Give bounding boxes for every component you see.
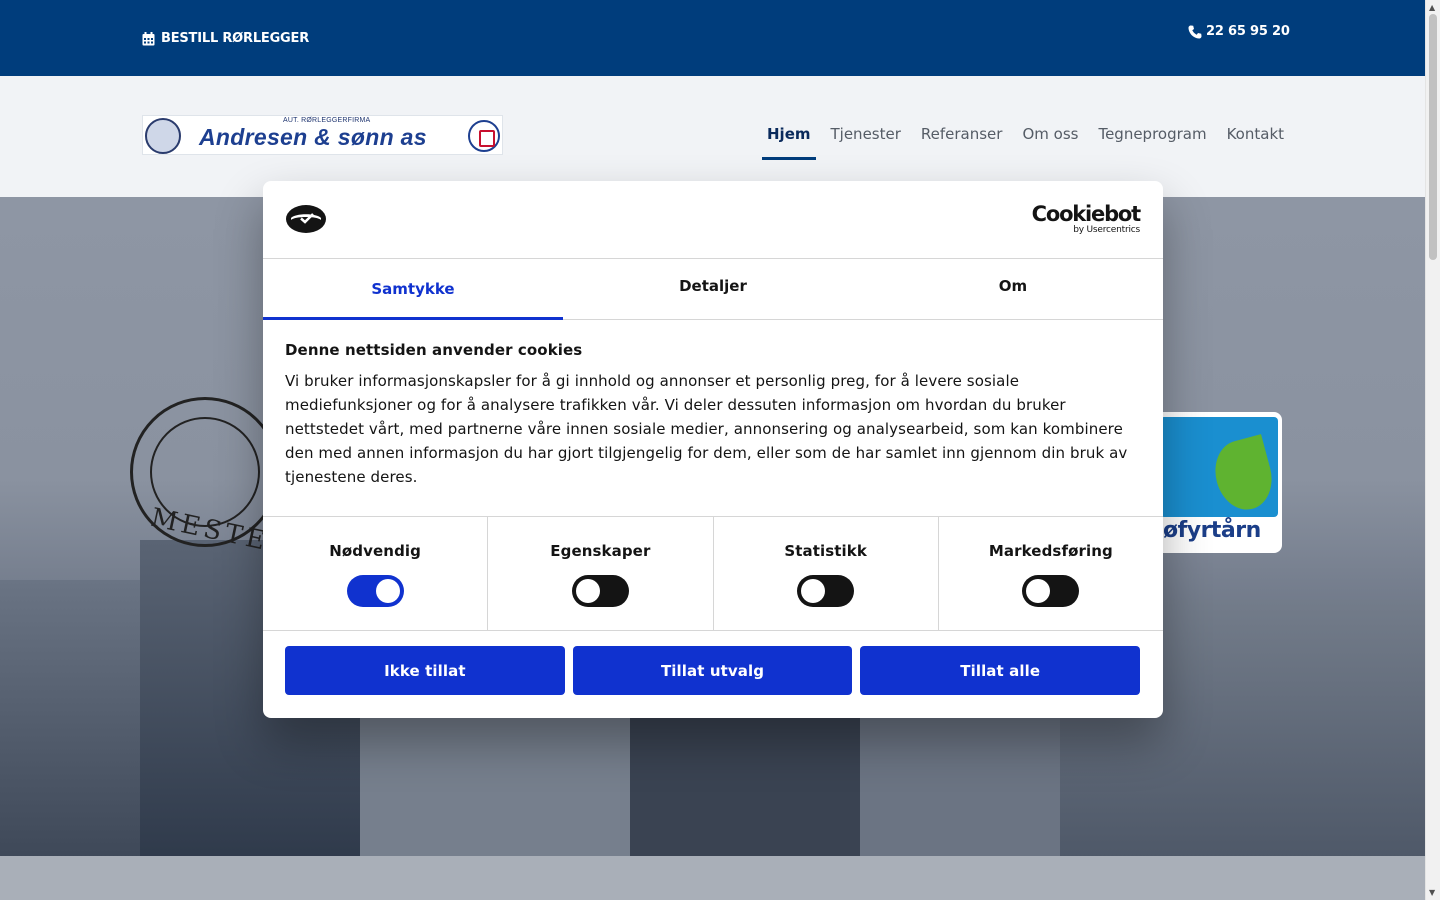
main-nav: Hjem Tjenester Referanser Om oss Tegnepr…: [762, 76, 1299, 197]
cookiebot-brand-name: Cookiebot: [1031, 202, 1142, 226]
nav-item-referanser[interactable]: Referanser: [916, 76, 1008, 197]
building-image: [360, 710, 640, 860]
dialog-buttons: Ikke tillat Tillat utvalg Tillat alle: [285, 646, 1141, 695]
logo-tagline: AUT. RØRLEGGERFIRMA: [283, 117, 371, 124]
nav-item-hjem[interactable]: Hjem: [762, 76, 816, 197]
cookiebot-brand-sub: by Usercentrics: [1073, 225, 1140, 235]
scrollbar-thumb[interactable]: [1429, 14, 1437, 260]
mester-emblem-icon: [145, 118, 181, 154]
plaza-ground: [0, 856, 1425, 900]
phone-icon: [1188, 25, 1202, 38]
allow-selection-button[interactable]: Tillat utvalg: [572, 646, 853, 695]
allow-all-button[interactable]: Tillat alle: [860, 646, 1141, 695]
category-marketing: Markedsføring: [939, 517, 1163, 630]
scroll-up-icon[interactable]: ▲: [1429, 3, 1435, 12]
category-label: Markedsføring: [988, 542, 1113, 560]
dialog-body: Denne nettsiden anvender cookies Vi bruk…: [285, 341, 1135, 489]
order-plumber-link[interactable]: BESTILL RØRLEGGER: [142, 31, 309, 46]
calendar-icon: [142, 31, 155, 45]
cookie-consent-dialog: Cookiebot by Usercentrics Samtykke Detal…: [263, 181, 1163, 718]
preferences-toggle[interactable]: [571, 575, 629, 607]
certification-badge-icon: [468, 120, 500, 152]
consent-categories: Nødvendig Egenskaper Statistikk Markedsf…: [263, 516, 1163, 631]
necessary-toggle[interactable]: [346, 575, 404, 607]
phone-number: 22 65 95 20: [1206, 24, 1290, 39]
category-preferences: Egenskaper: [488, 517, 714, 630]
building-image: [0, 580, 160, 860]
top-bar: BESTILL RØRLEGGER 22 65 95 20: [0, 0, 1425, 76]
order-plumber-label: BESTILL RØRLEGGER: [161, 31, 310, 46]
dialog-description: Vi bruker informasjonskapsler for å gi i…: [285, 372, 1128, 486]
company-logo[interactable]: AUT. RØRLEGGERFIRMA Andresen & sønn as: [142, 115, 503, 155]
nav-item-om-oss[interactable]: Om oss: [1017, 76, 1083, 197]
nav-item-kontakt[interactable]: Kontakt: [1222, 76, 1289, 197]
statistics-toggle[interactable]: [797, 575, 855, 607]
page-scrollbar[interactable]: ▲ ▼: [1425, 0, 1440, 900]
nav-item-tegneprogram[interactable]: Tegneprogram: [1093, 76, 1211, 197]
category-label: Nødvendig: [329, 542, 421, 560]
category-statistics: Statistikk: [714, 517, 939, 630]
tab-om[interactable]: Om: [863, 259, 1163, 319]
dialog-tabs: Samtykke Detaljer Om: [263, 259, 1163, 320]
marketing-toggle[interactable]: [1022, 575, 1080, 607]
deny-button[interactable]: Ikke tillat: [285, 646, 565, 695]
cookiebot-brand[interactable]: Cookiebot by Usercentrics: [1031, 202, 1142, 235]
logo-name: Andresen & sønn as: [199, 124, 427, 150]
category-label: Statistikk: [784, 542, 867, 560]
site-header: AUT. RØRLEGGERFIRMA Andresen & sønn as H…: [0, 76, 1425, 197]
category-label: Egenskaper: [550, 542, 651, 560]
dialog-heading: Denne nettsiden anvender cookies: [285, 341, 583, 359]
nav-item-tjenester[interactable]: Tjenester: [826, 76, 906, 197]
phone-link[interactable]: 22 65 95 20: [1188, 24, 1290, 39]
category-necessary: Nødvendig: [263, 517, 489, 630]
cookiebot-logo-icon: [286, 205, 326, 233]
tab-samtykke[interactable]: Samtykke: [263, 259, 563, 320]
dialog-header: Cookiebot by Usercentrics: [263, 181, 1163, 259]
scroll-down-icon[interactable]: ▼: [1429, 888, 1435, 897]
miljofyrtarn-logo: jøfyrtårn: [1150, 412, 1282, 553]
miljofyrtarn-text: jøfyrtårn: [1156, 518, 1261, 543]
tab-detaljer[interactable]: Detaljer: [563, 259, 863, 319]
